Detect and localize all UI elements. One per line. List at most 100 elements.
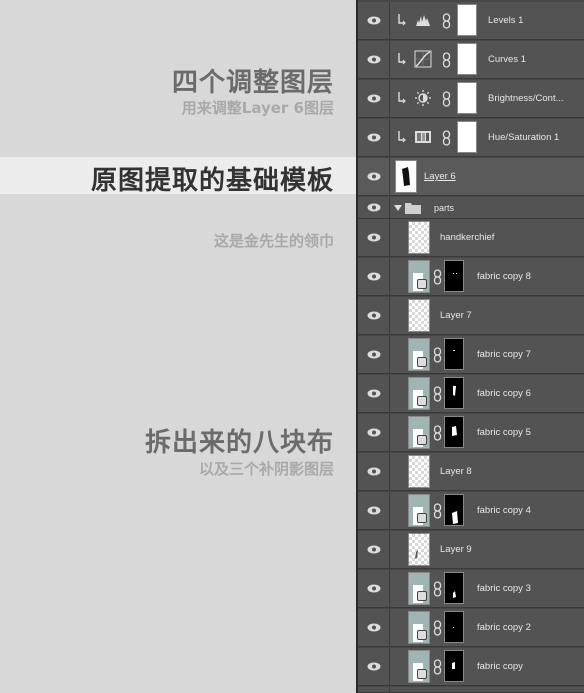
pieces-subtitle: 以及三个补阴影图层	[198, 460, 334, 478]
layer-mask-thumb[interactable]	[444, 572, 464, 604]
layer-row-layer7[interactable]: Layer 7	[358, 297, 584, 335]
smart-object-badge-icon	[417, 513, 427, 523]
smart-object-thumbnail[interactable]	[408, 611, 430, 644]
layer-mask-thumb[interactable]	[444, 338, 464, 370]
visibility-eye-icon[interactable]	[358, 336, 390, 373]
layer-row-layer8[interactable]: Layer 8	[358, 453, 584, 491]
visibility-eye-icon[interactable]	[358, 2, 390, 39]
visibility-eye-icon[interactable]	[358, 375, 390, 412]
layer-name[interactable]: Curves 1	[488, 41, 526, 78]
visibility-eye-icon[interactable]	[358, 197, 390, 218]
smart-object-thumbnail[interactable]	[408, 377, 430, 410]
layer-name[interactable]: Layer 6	[424, 158, 456, 195]
smart-object-thumbnail[interactable]	[408, 416, 430, 449]
smart-object-badge-icon	[417, 396, 427, 406]
link-chain-icon	[433, 269, 442, 285]
layer-name[interactable]: Layer 7	[440, 297, 472, 334]
layer-mask-thumb[interactable]	[444, 260, 464, 292]
layer-mask-thumb[interactable]	[444, 377, 464, 409]
layer-row-handkerchief[interactable]: handkerchief	[358, 219, 584, 257]
layer-thumbnail[interactable]	[395, 160, 417, 193]
link-chain-icon	[433, 347, 442, 363]
visibility-eye-icon[interactable]	[358, 453, 390, 490]
layer-name[interactable]: Levels 1	[488, 2, 523, 39]
layer-row-fabric5[interactable]: fabric copy 5	[358, 414, 584, 452]
group-name[interactable]: parts	[434, 197, 454, 218]
layer-row-curves[interactable]: Curves 1	[358, 41, 584, 79]
visibility-eye-icon[interactable]	[358, 258, 390, 295]
smart-object-thumbnail[interactable]	[408, 260, 430, 293]
layer-mask-thumb[interactable]	[444, 650, 464, 682]
layer-row-fabric2[interactable]: fabric copy 2	[358, 609, 584, 647]
link-chain-icon	[433, 503, 442, 519]
mask-shape	[453, 273, 457, 274]
layer-mask-thumb[interactable]	[444, 494, 464, 526]
visibility-eye-icon[interactable]	[358, 219, 390, 256]
layer-row-fabric7[interactable]: fabric copy 7	[358, 336, 584, 374]
curves-icon	[414, 50, 432, 68]
visibility-eye-icon[interactable]	[358, 531, 390, 568]
layer-row-layer6[interactable]: Layer 6	[358, 158, 584, 196]
visibility-eye-icon[interactable]	[358, 687, 390, 692]
visibility-eye-icon[interactable]	[358, 80, 390, 117]
layer-thumbnail[interactable]	[408, 455, 430, 488]
layer-row-fabric6[interactable]: fabric copy 6	[358, 375, 584, 413]
layer-mask-thumb[interactable]	[457, 43, 477, 75]
layer-row-fabric[interactable]: fabric copy	[358, 648, 584, 686]
mask-shape	[452, 426, 457, 436]
layer-name[interactable]: Layer 9	[440, 531, 472, 568]
visibility-eye-icon[interactable]	[358, 158, 390, 195]
visibility-eye-icon[interactable]	[358, 41, 390, 78]
layer-name[interactable]: fabric copy 6	[477, 375, 531, 412]
link-chain-icon	[442, 13, 451, 29]
clipping-arrow-icon	[398, 131, 406, 143]
mask-shape	[453, 591, 456, 598]
layer-row-fabric8[interactable]: fabric copy 8	[358, 258, 584, 296]
layer-row-fabric3[interactable]: fabric copy 3	[358, 570, 584, 608]
smart-object-badge-icon	[417, 669, 427, 679]
layer-name[interactable]: Hue/Saturation 1	[488, 119, 559, 156]
layer-name[interactable]: handkerchief	[440, 219, 494, 256]
layer-name[interactable]: fabric copy 4	[477, 492, 531, 529]
smart-object-thumbnail[interactable]	[408, 572, 430, 605]
smart-object-thumbnail[interactable]	[408, 338, 430, 371]
visibility-eye-icon[interactable]	[358, 492, 390, 529]
layer-row-huesat[interactable]: Hue/Saturation 1	[358, 119, 584, 157]
layer-name[interactable]: fabric copy 2	[477, 609, 531, 646]
visibility-eye-icon[interactable]	[358, 609, 390, 646]
link-chain-icon	[433, 620, 442, 636]
layer-row-fabric4[interactable]: fabric copy 4	[358, 492, 584, 530]
layer-name[interactable]: fabric copy 5	[477, 414, 531, 451]
layer-name[interactable]: Layer 8	[440, 453, 472, 490]
layer-mask-thumb[interactable]	[444, 416, 464, 448]
layer-mask-thumb[interactable]	[457, 82, 477, 114]
layer-mask-thumb[interactable]	[457, 4, 477, 36]
layer-name[interactable]: fabric copy 3	[477, 570, 531, 607]
layer-name[interactable]: fabric copy 8	[477, 258, 531, 295]
layer-thumbnail[interactable]	[408, 299, 430, 332]
layer-group-parts[interactable]: parts	[358, 197, 584, 219]
layer-row-layer9[interactable]: Layer 9	[358, 531, 584, 569]
figure-silhouette-icon	[402, 167, 410, 186]
layer-row-brightness[interactable]: Brightness/Cont...	[358, 80, 584, 118]
layer-name[interactable]: fabric copy	[477, 648, 523, 685]
layer-name[interactable]: Brightness/Cont...	[488, 80, 564, 117]
layer-mask-thumb[interactable]	[457, 121, 477, 153]
mask-shape	[453, 386, 456, 396]
shadow-stroke-shape	[415, 550, 418, 559]
layer-mask-thumb[interactable]	[444, 611, 464, 643]
visibility-eye-icon[interactable]	[358, 570, 390, 607]
layer-row-partial[interactable]	[358, 687, 584, 693]
expand-triangle-icon[interactable]	[394, 204, 402, 212]
smart-object-thumbnail[interactable]	[408, 494, 430, 527]
visibility-eye-icon[interactable]	[358, 119, 390, 156]
layer-row-levels[interactable]: Levels 1	[358, 2, 584, 40]
layer-thumbnail[interactable]	[408, 533, 430, 566]
visibility-eye-icon[interactable]	[358, 414, 390, 451]
smart-object-badge-icon	[417, 435, 427, 445]
layer-name[interactable]: fabric copy 7	[477, 336, 531, 373]
smart-object-thumbnail[interactable]	[408, 650, 430, 683]
layer-thumbnail[interactable]	[408, 221, 430, 254]
visibility-eye-icon[interactable]	[358, 648, 390, 685]
visibility-eye-icon[interactable]	[358, 297, 390, 334]
